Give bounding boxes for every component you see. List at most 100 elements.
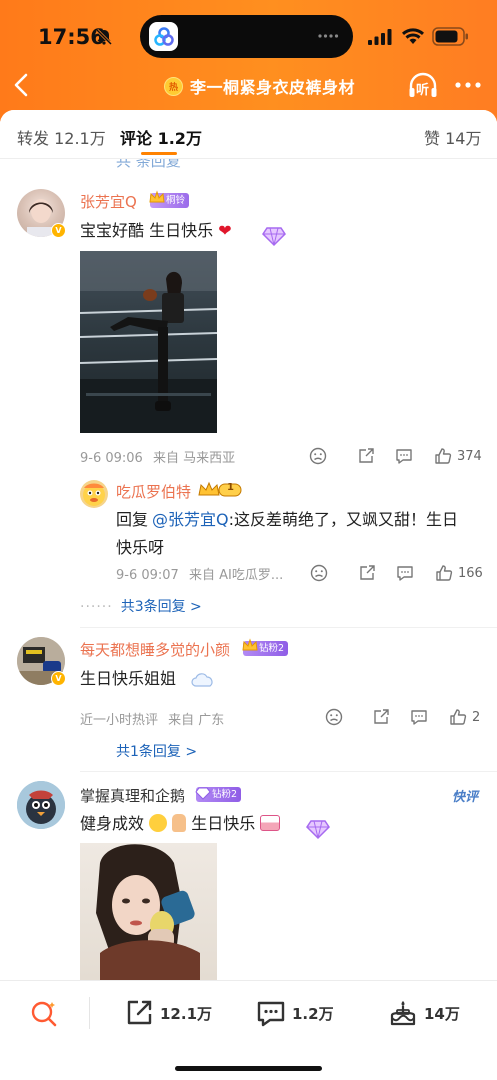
- dislike-face-icon: [310, 564, 328, 582]
- comment-image[interactable]: [80, 843, 217, 980]
- repost-button[interactable]: 12.1万: [124, 996, 212, 1030]
- tab-comments-label: 评论: [120, 129, 153, 148]
- comment-text: 宝宝好酷 生日快乐 ❤: [80, 217, 232, 241]
- level-crown-icon: [198, 481, 242, 497]
- tab-repost-label: 转发: [17, 129, 50, 148]
- page-title-wrap[interactable]: 热 李一桐紧身衣皮裤身材: [164, 72, 355, 100]
- share-button[interactable]: [357, 446, 375, 466]
- reply-button[interactable]: [410, 707, 428, 727]
- tab-comments[interactable]: 评论 1.2万: [120, 125, 202, 149]
- search-button[interactable]: [29, 996, 59, 1030]
- diamond-icon: [195, 787, 211, 800]
- comment-username[interactable]: 每天都想睡多觉的小颜: [80, 639, 230, 660]
- listen-label: 听: [416, 83, 430, 98]
- thumbs-up-icon: [436, 565, 453, 581]
- share-icon: [359, 448, 374, 463]
- crying-face-emoji-icon: [149, 814, 168, 832]
- birthday-cake-icon: [390, 1001, 416, 1026]
- more-icon[interactable]: [453, 74, 483, 96]
- comment-text: 生日快乐姐姐: [80, 669, 177, 688]
- tabs-divider: [0, 158, 497, 159]
- dislike-button[interactable]: [309, 446, 327, 466]
- bell-off-icon: [95, 28, 113, 46]
- fan-badge-label: 钻粉2: [259, 643, 285, 654]
- cloud-sticker-icon: [191, 673, 213, 687]
- fan-badge[interactable]: 桐铃: [149, 190, 190, 208]
- back-icon[interactable]: [10, 70, 34, 100]
- fan-badge[interactable]: 钻粉2: [195, 787, 242, 802]
- reply-like-count: 166: [458, 565, 483, 581]
- comment-text-content: 健身成效: [80, 814, 145, 833]
- page-title: 李一桐紧身衣皮裤身材: [190, 78, 356, 97]
- reply-username[interactable]: 吃瓜罗伯特: [116, 481, 191, 502]
- reply-like-button[interactable]: 166: [435, 563, 483, 583]
- signal-icon: [368, 29, 392, 45]
- more-replies-dots: ······: [80, 599, 113, 615]
- reply-reply-button[interactable]: [396, 563, 414, 583]
- dislike-face-icon: [325, 708, 343, 726]
- like-button[interactable]: 374: [434, 446, 482, 466]
- like-total-button[interactable]: 14万: [388, 996, 460, 1030]
- tab-likes-label: 赞: [424, 129, 441, 148]
- verified-icon: V: [51, 671, 66, 686]
- battery-icon: [432, 27, 468, 46]
- reply-time: 9-6 09:07: [116, 568, 179, 583]
- more-replies-label: 共3条回复 >: [120, 599, 202, 615]
- reply-share-button[interactable]: [358, 563, 376, 583]
- reply-text-line2: 快乐呀: [116, 538, 165, 557]
- comment-username[interactable]: 张芳宜Q: [80, 191, 137, 212]
- tab-bar: 转发 12.1万 评论 1.2万 赞 14万: [0, 110, 497, 158]
- comment-separator: [80, 627, 497, 628]
- level-badge[interactable]: 1: [198, 481, 243, 499]
- reply-location: 来自 AI吃瓜罗...: [188, 568, 284, 583]
- diamond-sticker-icon: [262, 227, 286, 247]
- comment-button[interactable]: 1.2万: [256, 996, 334, 1030]
- wifi-icon: [402, 28, 424, 44]
- heart-emoji-icon: ❤: [218, 221, 232, 240]
- more-replies-link[interactable]: ······ 共3条回复 >: [80, 596, 202, 616]
- reply-mention-link[interactable]: @张芳宜Q: [152, 510, 229, 529]
- island-dots-icon: [318, 34, 339, 38]
- thumbs-up-icon: [435, 448, 452, 464]
- header-bar: 17:56 热 李一桐紧身衣皮裤身材 听: [0, 0, 497, 122]
- comment-location: 来自 广东: [168, 713, 225, 728]
- comment-text-content: 宝宝好酷 生日快乐: [80, 221, 214, 240]
- comment-location: 来自 马来西亚: [152, 451, 236, 466]
- reply-dislike-button[interactable]: [310, 563, 328, 583]
- like-total-count: 14万: [424, 1004, 460, 1023]
- tab-likes[interactable]: 赞 14万: [424, 125, 481, 149]
- fan-badge[interactable]: 钻粉2: [242, 638, 289, 656]
- comment-meta: 近一小时热评 来自 广东: [80, 709, 224, 728]
- thumbs-up-emoji-icon: [172, 814, 187, 832]
- cake-emoji-icon: [260, 815, 281, 831]
- reply-text: 回复 @张芳宜Q:这反差萌绝了，又飒又甜！生日 快乐呀: [116, 506, 458, 562]
- reply-prefix: 回复: [116, 510, 149, 529]
- diamond-sticker-icon: [306, 820, 330, 840]
- listen-button[interactable]: 听: [407, 70, 439, 102]
- fan-badge-label: 桐铃: [166, 195, 186, 206]
- reply-meta: 9-6 09:07 来自 AI吃瓜罗...: [116, 564, 283, 583]
- share-button[interactable]: [372, 707, 390, 727]
- dislike-button[interactable]: [325, 707, 343, 727]
- comment-time: 9-6 09:06: [80, 451, 143, 466]
- tab-repost-count: 12.1万: [54, 129, 106, 148]
- comment-image[interactable]: [80, 251, 217, 433]
- quick-review-tag[interactable]: 快评: [452, 786, 478, 805]
- reply-button[interactable]: [395, 446, 413, 466]
- bottom-bar-divider: [89, 997, 90, 1029]
- hot-topic-icon: 热: [164, 76, 183, 96]
- like-button[interactable]: 2: [449, 707, 480, 727]
- reply-avatar[interactable]: [80, 480, 108, 508]
- comment-username[interactable]: 掌握真理和企鹅: [80, 785, 185, 806]
- tab-repost[interactable]: 转发 12.1万: [17, 125, 106, 149]
- comment-meta: 9-6 09:06 来自 马来西亚: [80, 447, 235, 466]
- avatar[interactable]: [17, 781, 65, 829]
- dynamic-island: [140, 15, 353, 58]
- reply-text-line1: :这反差萌绝了，又飒又甜！生日: [228, 510, 459, 529]
- search-icon: [31, 1001, 57, 1027]
- more-replies-link[interactable]: 共1条回复 >: [116, 741, 197, 761]
- thumbs-up-icon: [450, 709, 467, 725]
- home-indicator: [175, 1066, 322, 1071]
- share-icon: [360, 565, 375, 580]
- like-count: 2: [472, 709, 481, 725]
